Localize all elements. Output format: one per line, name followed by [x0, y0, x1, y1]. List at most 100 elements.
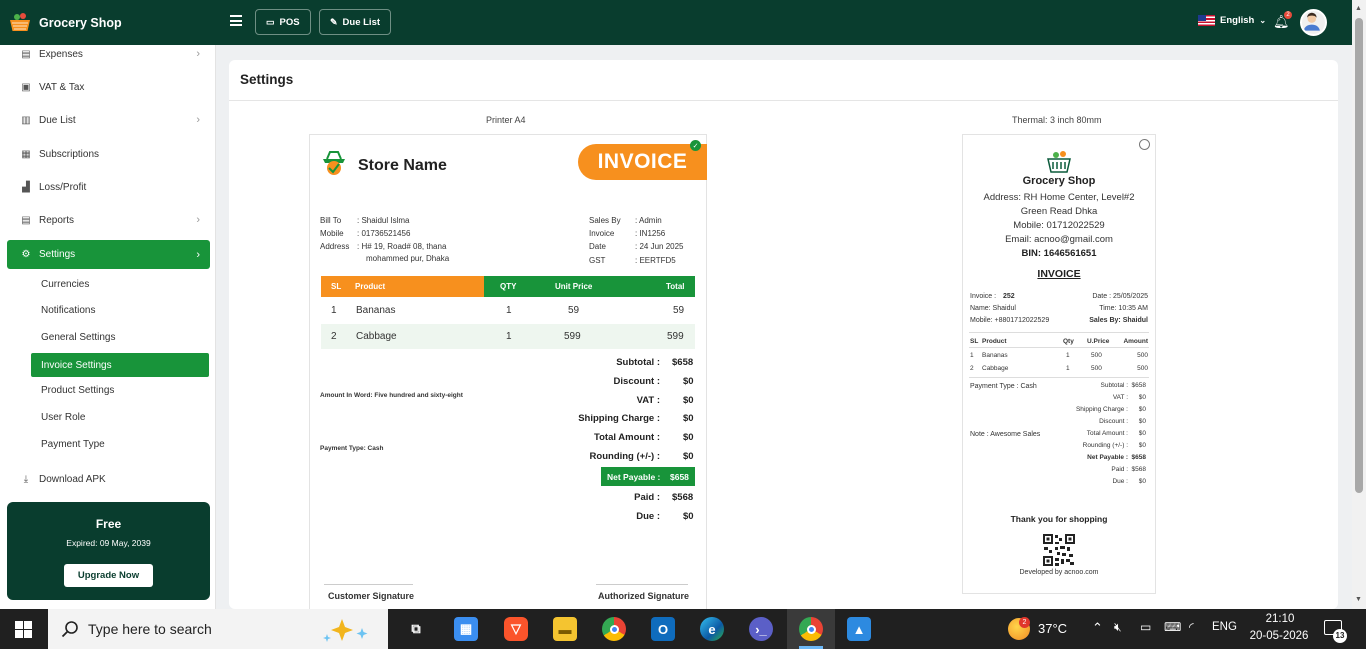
scroll-down-icon[interactable]: ▼ — [1355, 596, 1362, 603]
divider — [969, 332, 1149, 333]
summary-value: $0 — [683, 376, 694, 387]
bill-to-value: : Shaidul Islma — [357, 216, 410, 225]
taskbar-search-box[interactable]: Type here to search — [48, 609, 388, 649]
submenu-currencies[interactable]: Currencies — [31, 273, 209, 295]
summary-label: Due : — [1112, 478, 1128, 485]
sales-by-value: : Admin — [635, 216, 662, 225]
summary-value: $658 — [1131, 454, 1146, 461]
thermal-invoice-template[interactable]: Grocery Shop Address: RH Home Center, Le… — [962, 134, 1156, 594]
sidebar-item-subscriptions[interactable]: ▦ Subscriptions — [7, 140, 210, 168]
weather-temp[interactable]: 37°C — [1038, 621, 1067, 636]
pos-button[interactable]: ▭ POS — [255, 9, 311, 35]
scrollbar-thumb[interactable] — [1355, 18, 1363, 493]
bill-to-label: Bill To — [320, 216, 342, 225]
summary-value: $0 — [1138, 406, 1146, 413]
chevron-right-icon: › — [196, 214, 200, 226]
summary-value: $0 — [683, 395, 694, 406]
hamburger-menu-icon[interactable] — [230, 15, 242, 26]
signature-line — [596, 584, 688, 585]
radio-unselected[interactable] — [1139, 139, 1150, 150]
reports-icon: ▤ — [21, 214, 31, 226]
summary-value: $0 — [683, 432, 694, 443]
chrome-icon[interactable] — [602, 617, 626, 641]
gst-value: : EERTFD5 — [635, 256, 676, 265]
pos-label: POS — [279, 16, 300, 28]
paid-value: $568 — [672, 492, 694, 503]
volume-muted-icon[interactable]: 🔇︎ — [1114, 620, 1122, 635]
submenu-invoice-settings[interactable]: Invoice Settings — [31, 353, 209, 377]
cell-unit-price: 59 — [568, 305, 580, 316]
divider — [229, 100, 1338, 101]
col-amount: Amount — [1123, 338, 1148, 345]
windows-start-icon[interactable] — [15, 621, 32, 638]
language-selector[interactable]: English ⌄ — [1198, 15, 1266, 26]
chevron-right-icon: › — [196, 48, 200, 60]
date-value: : 24 Jun 2025 — [635, 242, 684, 251]
clock-time[interactable]: 21:10 — [1250, 613, 1310, 625]
upgrade-now-button[interactable]: Upgrade Now — [63, 564, 154, 587]
brave-browser-icon[interactable]: ▽ — [504, 617, 528, 641]
cell-sl: 1 — [970, 352, 974, 359]
thank-you-text: Thank you for shopping — [1010, 514, 1108, 524]
language-indicator[interactable]: ENG — [1212, 621, 1237, 633]
sidebar-item-download-apk[interactable]: ⤓ Download APK — [7, 465, 210, 493]
sidebar-item-loss-profit[interactable]: ▟ Loss/Profit — [7, 173, 210, 201]
summary-label: VAT : — [1112, 394, 1128, 401]
cell-sl: 2 — [331, 331, 337, 342]
due-list-icon: ▥ — [21, 114, 31, 126]
sidebar-item-expenses[interactable]: ▤ Expenses › — [7, 40, 210, 68]
plan-title: Free — [95, 517, 122, 531]
payment-type: Payment Type : Cash — [970, 383, 1037, 390]
input-method-icon[interactable]: ⌨ — [1164, 620, 1181, 634]
sidebar-item-vat-tax[interactable]: ▣ VAT & Tax — [7, 73, 210, 101]
summary-label: Shipping Charge : — [1075, 406, 1128, 413]
sidebar-item-reports[interactable]: ▤ Reports › — [7, 206, 210, 234]
address-value: : H# 19, Road# 08, thana — [357, 242, 447, 251]
date-label: Date — [589, 242, 606, 251]
notification-count-badge: 13 — [1333, 629, 1347, 643]
submenu-payment-type[interactable]: Payment Type — [31, 433, 209, 455]
gst-label: GST — [589, 256, 606, 265]
due-list-button[interactable]: ✎ Due List — [319, 9, 392, 35]
photos-icon[interactable]: ▲ — [847, 617, 871, 641]
sidebar-item-label: Subscriptions — [39, 148, 100, 160]
pos-icon: ▭ — [266, 16, 275, 27]
battery-icon[interactable]: ▭ — [1140, 620, 1151, 634]
task-view-icon[interactable]: ⧉ — [404, 617, 428, 641]
cell-product: Bananas — [982, 352, 1008, 359]
submenu-notifications[interactable]: Notifications — [31, 299, 209, 321]
amount-in-word: Amount In Word: Five hundred and sixty-e… — [320, 392, 463, 399]
page-title: Settings — [240, 72, 294, 87]
sales-by-label: Sales By — [589, 216, 621, 225]
clock-date[interactable]: 20-05-2026 — [1244, 630, 1314, 642]
wifi-icon[interactable]: ◜ — [1189, 620, 1194, 634]
shop-bin: BIN: 1646561651 — [1021, 248, 1097, 259]
sidebar-item-label: Due List — [39, 114, 76, 126]
brand[interactable]: Grocery Shop — [0, 0, 216, 45]
chevron-up-icon[interactable]: ⌃ — [1092, 620, 1103, 636]
submenu-product-settings[interactable]: Product Settings — [31, 379, 209, 401]
app-icon[interactable]: ›_ — [749, 617, 773, 641]
chevron-right-icon: › — [196, 248, 200, 261]
col-qty: Qty — [1063, 338, 1074, 345]
mobile-value: : 01736521456 — [357, 229, 411, 238]
submenu-general-settings[interactable]: General Settings — [31, 326, 209, 348]
sidebar-item-due-list[interactable]: ▥ Due List › — [7, 106, 210, 134]
store-icon[interactable]: ▦ — [454, 617, 478, 641]
chrome-active-icon[interactable] — [799, 617, 823, 641]
file-explorer-icon[interactable]: ▬ — [553, 617, 577, 641]
submenu-user-role[interactable]: User Role — [31, 406, 209, 428]
avatar[interactable] — [1300, 9, 1327, 36]
plan-expiry: Expired: 09 May, 2039 — [66, 538, 151, 548]
edit-icon: ✎ — [330, 16, 338, 27]
sidebar-item-settings[interactable]: ⚙ Settings › — [7, 240, 210, 269]
a4-invoice-template[interactable]: Store Name INVOICE ✓ Bill To : Shaidul I… — [309, 134, 707, 609]
edge-icon[interactable]: e — [700, 617, 724, 641]
invoice-time: Time: 10:35 AM — [1099, 305, 1148, 312]
weather-badge: 2 — [1019, 617, 1030, 628]
chart-icon: ▟ — [22, 181, 30, 193]
outlook-icon[interactable]: O — [651, 617, 675, 641]
scroll-up-icon[interactable]: ▲ — [1355, 5, 1362, 12]
divider — [969, 347, 1149, 348]
payment-type: Payment Type: Cash — [320, 445, 384, 452]
